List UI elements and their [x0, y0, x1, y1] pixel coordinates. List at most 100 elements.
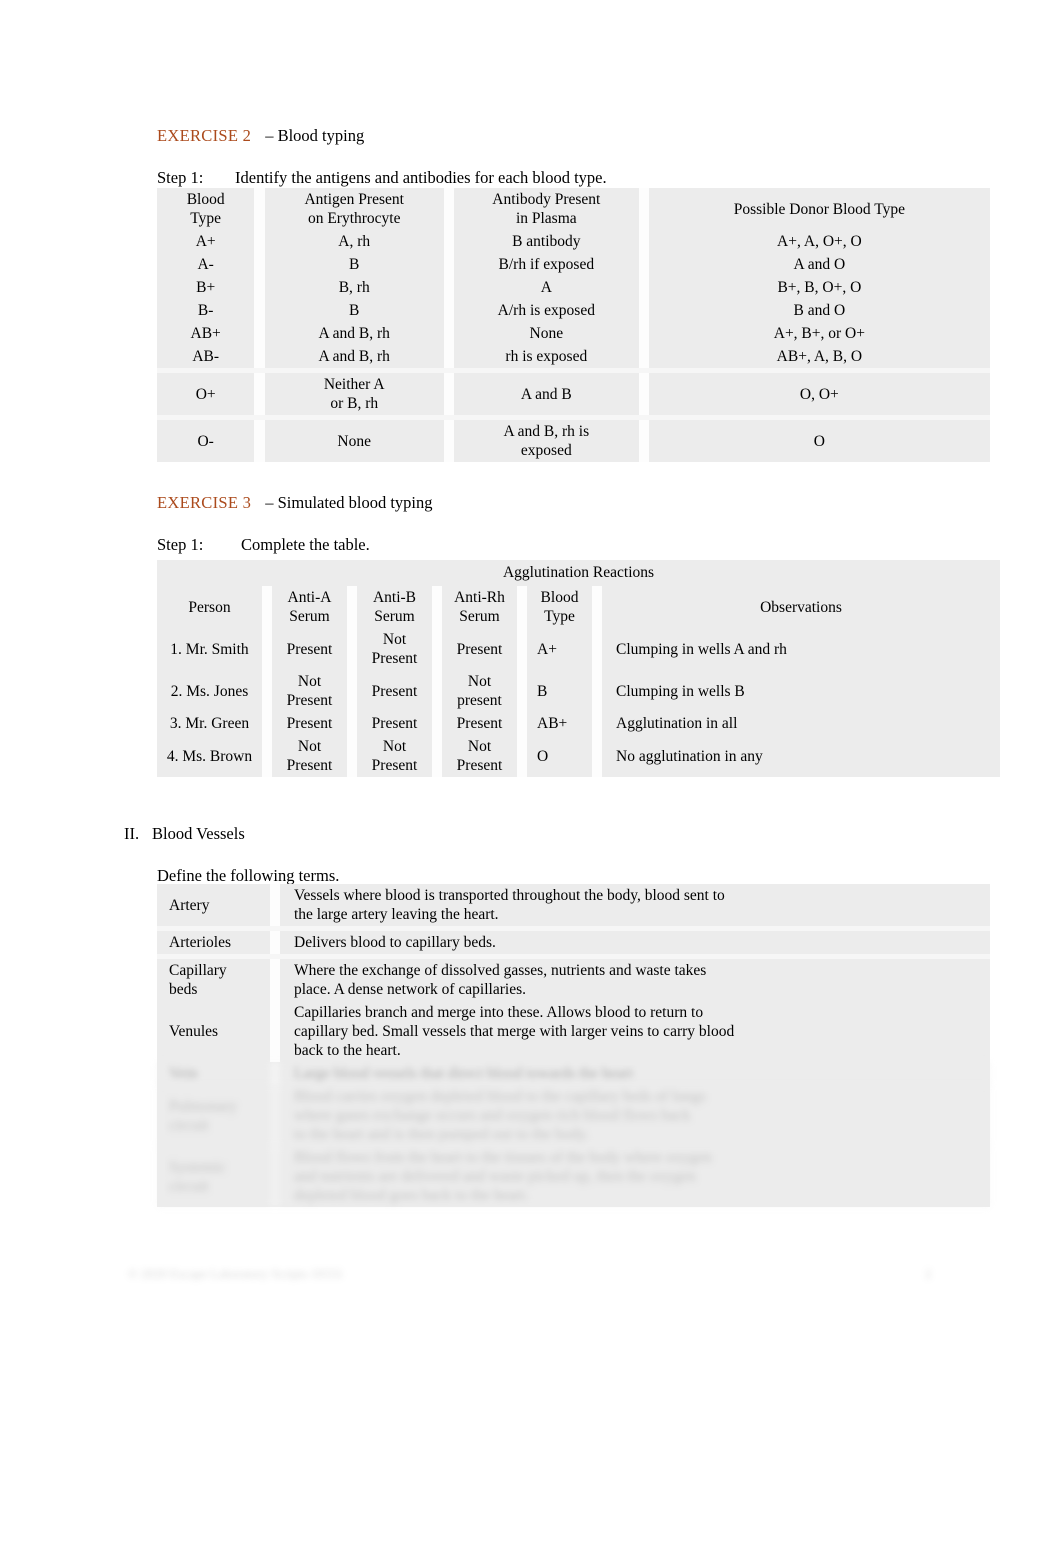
- column-gutter: [517, 712, 527, 735]
- column-gutter: [517, 628, 527, 670]
- cell-donor: AB+, A, B, O: [648, 345, 990, 368]
- cell-donor: O: [648, 420, 990, 462]
- column-gutter: [432, 628, 442, 670]
- cell-anti-a: Not Present: [272, 670, 347, 712]
- footer-left-text: © 2020 Escape Laboratory Scripts 10151: [128, 1266, 344, 1281]
- cell-observations: Clumping in wells B: [602, 670, 1001, 712]
- table-header-row: Blood Type Antigen Present on Erythrocyt…: [157, 188, 990, 230]
- column-gutter: [443, 373, 455, 415]
- cell-antigen: A, rh: [264, 230, 444, 253]
- step-text: Complete the table.: [241, 535, 370, 554]
- table-row-obscured: Vein Large blood vessels that direct blo…: [157, 1062, 990, 1085]
- column-gutter: [638, 253, 649, 276]
- blood-type-table: Blood Type Antigen Present on Erythrocyt…: [157, 188, 990, 462]
- cell-blood-type: B-: [157, 299, 255, 322]
- header-antibody-present: Antibody Present in Plasma: [454, 188, 639, 230]
- footer-page-number: 2: [925, 1266, 932, 1281]
- table-row: O+ Neither A or B, rh A and B O, O+: [157, 373, 990, 415]
- cell-antigen: None: [264, 420, 444, 462]
- table-row-obscured: Pulmonary circuit Blood carries oxygen d…: [157, 1085, 990, 1146]
- table-row: 1. Mr. Smith Present Not Present Present…: [157, 628, 1001, 670]
- cell-anti-b: Not Present: [357, 628, 432, 670]
- cell-person: 2. Ms. Jones: [157, 670, 262, 712]
- column-gutter: [638, 188, 649, 230]
- cell-antibody: A: [454, 276, 639, 299]
- cell-donor: O, O+: [648, 373, 990, 415]
- cell-observations: Agglutination in all: [602, 712, 1001, 735]
- cell-person: 3. Mr. Green: [157, 712, 262, 735]
- column-gutter: [254, 322, 265, 345]
- column-gutter: [592, 586, 602, 628]
- cell-antigen: A and B, rh: [264, 322, 444, 345]
- column-gutter: [517, 586, 527, 628]
- exercise-3-step-1: Step 1: Complete the table.: [157, 535, 370, 555]
- cell-blood-type: A-: [157, 253, 255, 276]
- column-gutter: [270, 884, 280, 926]
- table-row: A- B B/rh if exposed A and O: [157, 253, 990, 276]
- column-gutter: [270, 959, 280, 1001]
- table-row: Arterioles Delivers blood to capillary b…: [157, 931, 990, 954]
- column-gutter: [270, 931, 280, 954]
- cell-blood-type: A+: [527, 628, 592, 670]
- cell-observations: Clumping in wells A and rh: [602, 628, 1001, 670]
- table-row: B+ B, rh A B+, B, O+, O: [157, 276, 990, 299]
- cell-donor: B+, B, O+, O: [648, 276, 990, 299]
- cell-anti-a: Not Present: [272, 735, 347, 777]
- column-gutter: [347, 670, 357, 712]
- cell-donor: A and O: [648, 253, 990, 276]
- agglutination-table: Agglutination Reactions Person Anti-A Se…: [157, 560, 1001, 777]
- column-gutter: [347, 628, 357, 670]
- column-gutter: [638, 299, 649, 322]
- cell-term: Capillary beds: [157, 959, 270, 1001]
- column-gutter: [254, 420, 265, 462]
- column-gutter: [262, 628, 272, 670]
- cell-definition-obscured: Blood flows from the heart to the tissue…: [280, 1146, 990, 1207]
- cell-blood-type: AB+: [157, 322, 255, 345]
- cell-donor: A+, B+, or O+: [648, 322, 990, 345]
- column-gutter: [262, 670, 272, 712]
- column-gutter: [638, 230, 649, 253]
- column-gutter: [517, 735, 527, 777]
- column-gutter: [347, 586, 357, 628]
- cell-anti-a: Present: [272, 628, 347, 670]
- cell-term: Venules: [157, 1001, 270, 1062]
- column-gutter: [432, 670, 442, 712]
- column-gutter: [517, 670, 527, 712]
- column-gutter: [592, 628, 602, 670]
- blood-vessel-definitions-table: Artery Vessels where blood is transporte…: [157, 884, 990, 1207]
- table-row: AB+ A and B, rh None A+, B+, or O+: [157, 322, 990, 345]
- cell-blood-type: B+: [157, 276, 255, 299]
- agglutination-reactions-title: Agglutination Reactions: [157, 560, 1001, 586]
- table-row: 3. Mr. Green Present Present Present AB+…: [157, 712, 1001, 735]
- cell-definition-obscured: Blood carries oxygen depleted blood to t…: [280, 1085, 990, 1146]
- cell-antigen: B: [264, 299, 444, 322]
- column-gutter: [443, 420, 455, 462]
- column-gutter: [443, 299, 455, 322]
- column-gutter: [638, 322, 649, 345]
- cell-term: Artery: [157, 884, 270, 926]
- cell-blood-type: O+: [157, 373, 255, 415]
- document-page: EXERCISE 2 – Blood typing Step 1: Identify…: [0, 0, 1062, 1561]
- table-row: A+ A, rh B antibody A+, A, O+, O: [157, 230, 990, 253]
- table-row-obscured: Systemic circuit Blood flows from the he…: [157, 1146, 990, 1207]
- header-possible-donor: Possible Donor Blood Type: [648, 188, 990, 230]
- cell-anti-a: Present: [272, 712, 347, 735]
- table-supertitle-row: Agglutination Reactions: [157, 560, 1001, 586]
- cell-anti-b: Not Present: [357, 735, 432, 777]
- cell-definition: Delivers blood to capillary beds.: [280, 931, 990, 954]
- header-anti-a-serum: Anti-A Serum: [272, 586, 347, 628]
- exercise-2-step-1: Step 1: Identify the antigens and antibod…: [157, 168, 607, 188]
- column-gutter: [270, 1001, 280, 1062]
- define-terms-instruction: Define the following terms.: [157, 866, 340, 885]
- column-gutter: [254, 345, 265, 368]
- cell-person: 1. Mr. Smith: [157, 628, 262, 670]
- exercise-2-heading: EXERCISE 2 – Blood typing: [157, 126, 364, 146]
- exercise-3-heading: EXERCISE 3 – Simulated blood typing: [157, 493, 433, 513]
- cell-antibody: A/rh is exposed: [454, 299, 639, 322]
- cell-anti-rh: Not present: [442, 670, 517, 712]
- section-title: Blood Vessels: [152, 824, 245, 843]
- cell-antibody: None: [454, 322, 639, 345]
- column-gutter: [638, 276, 649, 299]
- cell-antibody: rh is exposed: [454, 345, 639, 368]
- table-row: Artery Vessels where blood is transporte…: [157, 884, 990, 926]
